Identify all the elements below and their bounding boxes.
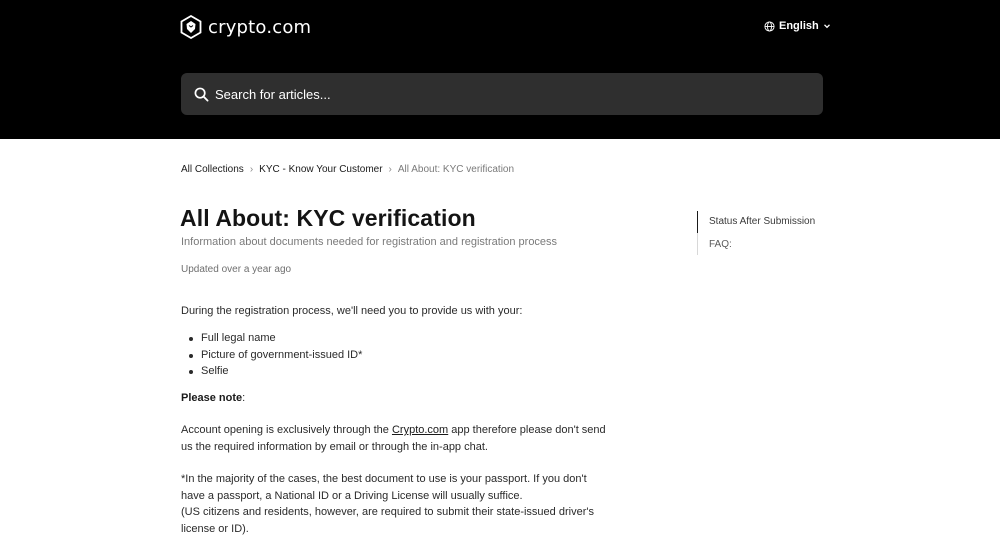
search-icon bbox=[194, 87, 209, 101]
breadcrumb-kyc-collection[interactable]: KYC - Know Your Customer bbox=[259, 164, 382, 175]
crypto-com-link[interactable]: Crypto.com bbox=[392, 424, 448, 436]
search-bar[interactable] bbox=[181, 73, 823, 115]
para1-text-start: Account opening is exclusively through t… bbox=[181, 424, 392, 436]
brand-name: crypto.com bbox=[208, 16, 312, 38]
note-label: Please note bbox=[181, 392, 243, 404]
note-colon: : bbox=[242, 392, 246, 404]
list-item: Full legal name bbox=[188, 330, 362, 347]
article-updated-time: Updated over a year ago bbox=[181, 264, 292, 275]
site-header: crypto.com English bbox=[0, 0, 1000, 139]
chevron-down-icon bbox=[823, 24, 830, 29]
breadcrumb-current-article: All About: KYC verification bbox=[397, 164, 515, 175]
account-opening-paragraph: Account opening is exclusively through t… bbox=[181, 422, 611, 455]
brand-logo[interactable]: crypto.com bbox=[180, 15, 311, 39]
breadcrumb-separator: › bbox=[388, 164, 392, 175]
article-intro: During the registration process, we'll n… bbox=[181, 305, 523, 317]
toc-active-indicator bbox=[697, 211, 698, 233]
us-residents-guidance-text: (US citizens and residents, however, are… bbox=[181, 506, 594, 535]
article-title: All About: KYC verification bbox=[180, 205, 476, 231]
globe-icon bbox=[764, 20, 775, 32]
language-selector[interactable]: English bbox=[764, 20, 831, 32]
list-item: Picture of government-issued ID* bbox=[188, 347, 362, 364]
document-guidance-paragraph: *In the majority of the cases, the best … bbox=[181, 471, 611, 537]
language-label: English bbox=[779, 20, 819, 32]
breadcrumb-separator: › bbox=[249, 164, 254, 175]
requirements-list: Full legal name Picture of government-is… bbox=[188, 330, 362, 380]
toc-item-faq[interactable]: FAQ: bbox=[709, 239, 815, 250]
search-input[interactable] bbox=[215, 86, 795, 102]
breadcrumb-all-collections[interactable]: All Collections bbox=[181, 164, 244, 175]
crypto-lion-shield-icon bbox=[180, 15, 202, 39]
article-subtitle: Information about documents needed for r… bbox=[181, 236, 558, 248]
passport-guidance-text: *In the majority of the cases, the best … bbox=[181, 473, 587, 502]
table-of-contents: Status After Submission FAQ: bbox=[697, 211, 815, 255]
please-note-heading: Please note: bbox=[181, 390, 611, 407]
breadcrumb: All Collections › KYC - Know Your Custom… bbox=[181, 164, 514, 175]
list-item: Selfie bbox=[188, 363, 362, 380]
toc-item-status-after-submission[interactable]: Status After Submission bbox=[709, 216, 815, 227]
